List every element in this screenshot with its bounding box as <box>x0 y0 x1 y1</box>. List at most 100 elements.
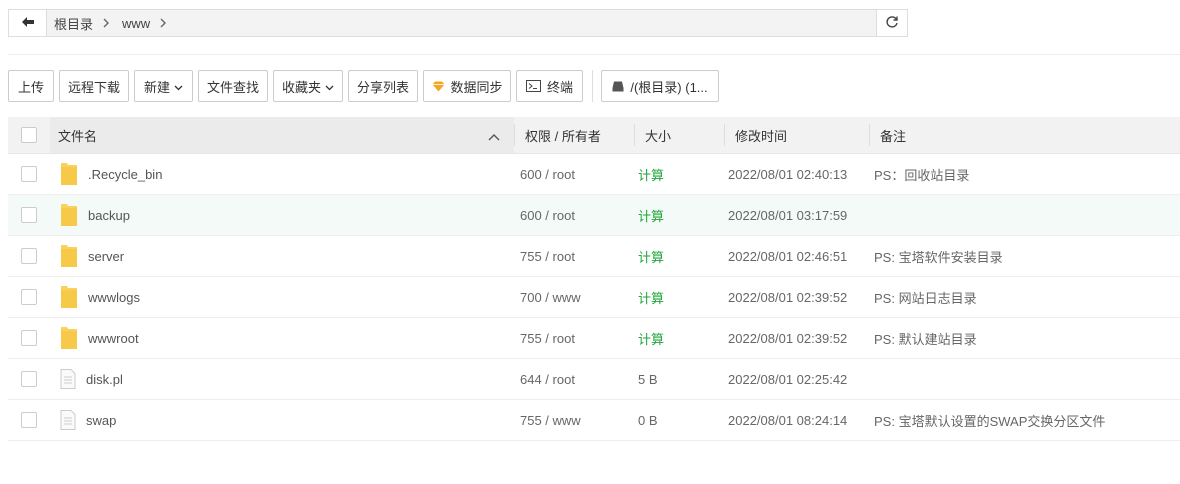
table-header: 文件名 权限 / 所有者 大小 修改时间 备注 <box>8 117 1180 154</box>
disk-icon <box>612 81 624 92</box>
file-note[interactable]: PS: 网站日志目录 <box>869 288 1180 307</box>
file-perm[interactable]: 755 / www <box>514 413 634 428</box>
header-name[interactable]: 文件名 <box>50 117 514 153</box>
upload-label: 上传 <box>18 79 45 95</box>
file-perm[interactable]: 755 / root <box>514 249 634 264</box>
favorites-button[interactable]: 收藏夹 <box>273 70 343 102</box>
remote-download-button[interactable]: 远程下载 <box>59 70 129 102</box>
row-checkbox[interactable] <box>21 207 37 223</box>
chevron-right-icon <box>160 16 167 31</box>
table-row[interactable]: backup 600 / root 计算 2022/08/01 03:17:59 <box>8 195 1180 236</box>
file-perm[interactable]: 700 / www <box>514 290 634 305</box>
disk-label: /(根目录) (1... <box>630 79 708 95</box>
folder-icon <box>60 162 78 186</box>
breadcrumb-root[interactable]: 根目录 <box>54 14 93 33</box>
header-size[interactable]: 大小 <box>634 124 724 146</box>
row-checkbox[interactable] <box>21 330 37 346</box>
share-list-button[interactable]: 分享列表 <box>348 70 418 102</box>
folder-icon <box>60 285 78 309</box>
toolbar-divider <box>592 70 593 102</box>
header-mtime[interactable]: 修改时间 <box>724 124 869 146</box>
file-icon <box>60 369 76 389</box>
file-table: 文件名 权限 / 所有者 大小 修改时间 备注 .Recycle_bin 600 … <box>8 117 1180 441</box>
remote-download-label: 远程下载 <box>68 79 121 95</box>
breadcrumb: 根目录 www <box>47 14 876 33</box>
calc-size-link[interactable]: 计算 <box>634 288 724 307</box>
file-name[interactable]: disk.pl <box>86 372 123 387</box>
data-sync-label: 数据同步 <box>450 79 503 95</box>
sort-up-icon <box>488 129 500 144</box>
file-icon <box>60 410 76 430</box>
file-name[interactable]: backup <box>88 208 130 223</box>
terminal-button[interactable]: 终端 <box>516 70 583 102</box>
file-mtime: 2022/08/01 03:17:59 <box>728 207 848 223</box>
new-label: 新建 <box>144 79 171 95</box>
terminal-label: 终端 <box>547 79 574 95</box>
table-row[interactable]: wwwroot 755 / root 计算 2022/08/01 02:39:52 PS… <box>8 318 1180 359</box>
header-perm[interactable]: 权限 / 所有者 <box>514 124 634 146</box>
row-checkbox[interactable] <box>21 371 37 387</box>
disk-button[interactable]: /(根目录) (1... <box>601 70 719 102</box>
file-mtime: 2022/08/01 02:40:13 <box>728 166 848 182</box>
header-name-label: 文件名 <box>58 128 98 144</box>
file-name[interactable]: .Recycle_bin <box>88 167 162 182</box>
share-list-label: 分享列表 <box>357 79 410 95</box>
file-mtime: 2022/08/01 02:39:52 <box>728 330 848 346</box>
file-note[interactable]: PS: 默认建站目录 <box>869 329 1180 348</box>
folder-icon <box>60 326 78 350</box>
chevron-down-icon <box>174 79 183 94</box>
calc-size-link[interactable]: 计算 <box>634 247 724 266</box>
row-checkbox[interactable] <box>21 412 37 428</box>
file-perm[interactable]: 600 / root <box>514 208 634 223</box>
table-row[interactable]: wwwlogs 700 / www 计算 2022/08/01 02:39:52 PS:… <box>8 277 1180 318</box>
refresh-icon <box>885 15 899 32</box>
select-all-checkbox[interactable] <box>21 127 37 143</box>
row-checkbox[interactable] <box>21 166 37 182</box>
diamond-icon <box>432 81 445 92</box>
file-size: 5 B <box>638 371 658 387</box>
chevron-right-icon <box>103 16 110 31</box>
arrow-left-icon <box>21 16 35 31</box>
table-row[interactable]: disk.pl 644 / root 5 B 2022/08/01 02:25:42 <box>8 359 1180 400</box>
refresh-button[interactable] <box>876 10 907 36</box>
table-body: .Recycle_bin 600 / root 计算 2022/08/01 02:40… <box>8 154 1180 441</box>
file-mtime: 2022/08/01 02:46:51 <box>728 248 848 264</box>
file-perm[interactable]: 600 / root <box>514 167 634 182</box>
divider <box>8 54 1180 55</box>
row-checkbox[interactable] <box>21 289 37 305</box>
table-row[interactable]: server 755 / root 计算 2022/08/01 02:46:51 PS:… <box>8 236 1180 277</box>
row-checkbox[interactable] <box>21 248 37 264</box>
file-mtime: 2022/08/01 08:24:14 <box>728 412 848 428</box>
path-bar: 根目录 www <box>8 9 908 37</box>
terminal-icon <box>526 80 541 92</box>
file-size: 0 B <box>638 412 658 428</box>
header-note: 备注 <box>869 124 1180 146</box>
file-name[interactable]: server <box>88 249 124 264</box>
folder-icon <box>60 203 78 227</box>
table-row[interactable]: swap 755 / www 0 B 2022/08/01 08:24:14 PS: 宝… <box>8 400 1180 441</box>
new-button[interactable]: 新建 <box>134 70 193 102</box>
back-button[interactable] <box>9 10 47 36</box>
file-name[interactable]: wwwroot <box>88 331 139 346</box>
file-perm[interactable]: 644 / root <box>514 372 634 387</box>
file-search-button[interactable]: 文件查找 <box>198 70 268 102</box>
favorites-label: 收藏夹 <box>282 79 322 95</box>
upload-button[interactable]: 上传 <box>8 70 54 102</box>
calc-size-link[interactable]: 计算 <box>634 165 724 184</box>
toolbar: 上传 远程下载 新建 文件查找 收藏夹 分享列表 数据同步 终端 /(根目录) … <box>8 70 724 102</box>
file-perm[interactable]: 755 / root <box>514 331 634 346</box>
chevron-down-icon <box>325 79 334 94</box>
file-note[interactable]: PS: 宝塔软件安装目录 <box>869 247 1180 266</box>
calc-size-link[interactable]: 计算 <box>634 329 724 348</box>
file-note[interactable]: PS: 宝塔默认设置的SWAP交换分区文件 <box>869 411 1180 430</box>
breadcrumb-www[interactable]: www <box>122 16 150 31</box>
data-sync-button[interactable]: 数据同步 <box>423 70 511 102</box>
folder-icon <box>60 244 78 268</box>
table-row[interactable]: .Recycle_bin 600 / root 计算 2022/08/01 02:40… <box>8 154 1180 195</box>
file-note[interactable]: PS：回收站目录 <box>869 165 1180 184</box>
calc-size-link[interactable]: 计算 <box>634 206 724 225</box>
file-name[interactable]: swap <box>86 413 116 428</box>
file-mtime: 2022/08/01 02:39:52 <box>728 289 848 305</box>
file-name[interactable]: wwwlogs <box>88 290 140 305</box>
file-search-label: 文件查找 <box>207 79 260 95</box>
